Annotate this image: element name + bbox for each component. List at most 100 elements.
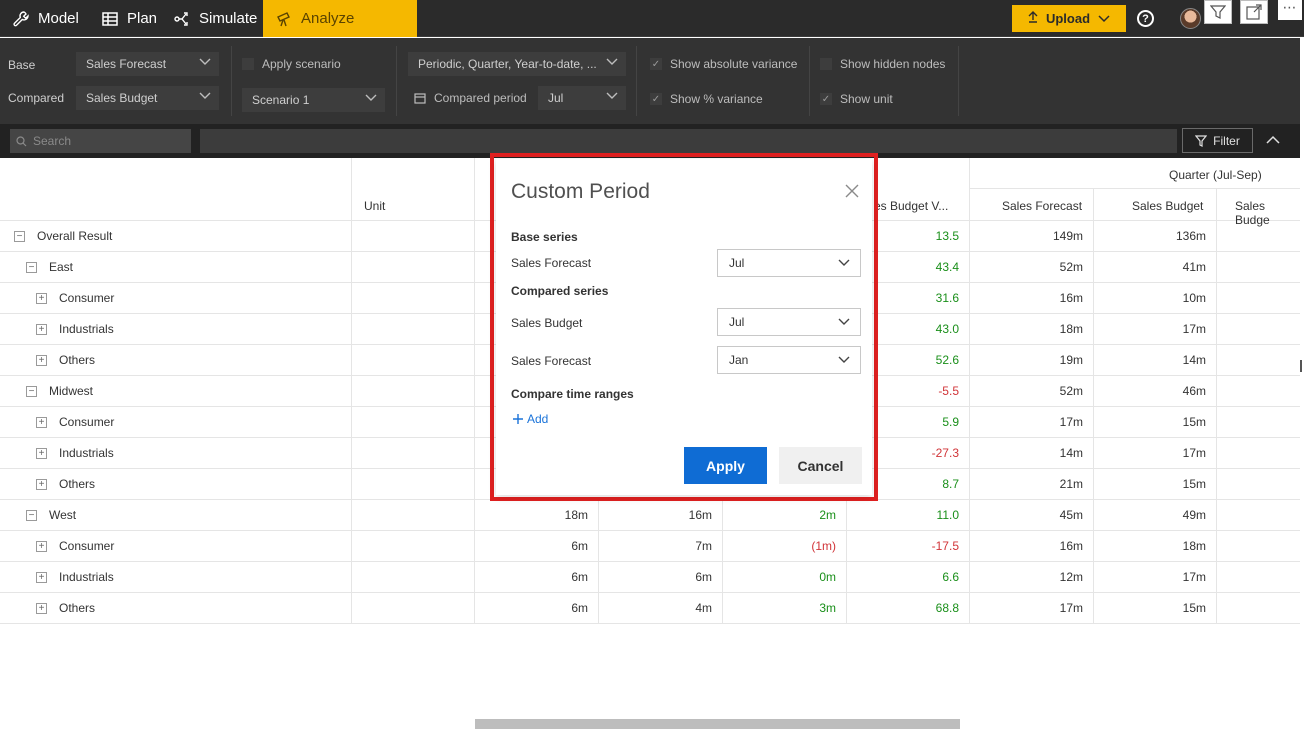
compared-period-control[interactable]: Compared period bbox=[414, 91, 527, 105]
expand-icon[interactable]: + bbox=[36, 478, 47, 490]
table-cell[interactable]: 41m bbox=[1096, 260, 1206, 274]
compared-select[interactable]: Sales Budget bbox=[76, 86, 219, 110]
tab-plan[interactable]: Plan bbox=[91, 0, 167, 37]
table-cell[interactable]: 6m bbox=[478, 570, 588, 584]
table-cell[interactable]: 6.6 bbox=[849, 570, 959, 584]
chevron-up-icon[interactable] bbox=[1263, 132, 1283, 148]
apply-scenario-checkbox[interactable]: Apply scenario bbox=[242, 57, 341, 71]
collapse-icon[interactable]: − bbox=[26, 261, 37, 273]
base-series-label: Sales Forecast bbox=[511, 256, 592, 270]
table-cell[interactable]: 3m bbox=[726, 601, 836, 615]
table-cell[interactable]: 16m bbox=[973, 291, 1083, 305]
expand-icon[interactable]: + bbox=[36, 602, 47, 614]
table-cell[interactable]: -17.5 bbox=[849, 539, 959, 553]
expand-icon[interactable]: + bbox=[36, 323, 47, 335]
table-cell[interactable]: 17m bbox=[973, 601, 1083, 615]
table-cell[interactable]: 15m bbox=[1096, 601, 1206, 615]
table-cell[interactable]: 149m bbox=[973, 229, 1083, 243]
base-series-period-select[interactable]: Jul bbox=[717, 249, 861, 277]
collapse-icon[interactable]: − bbox=[26, 509, 37, 521]
table-cell[interactable]: 7m bbox=[602, 539, 712, 553]
focus-mode-icon[interactable] bbox=[1240, 0, 1268, 24]
tab-analyze[interactable]: Analyze bbox=[263, 0, 417, 37]
show-unit-checkbox[interactable]: ✓ Show unit bbox=[820, 92, 893, 106]
table-cell[interactable]: 17m bbox=[1096, 570, 1206, 584]
expand-icon[interactable]: + bbox=[36, 292, 47, 304]
table-cell[interactable]: 21m bbox=[973, 477, 1083, 491]
avatar[interactable] bbox=[1180, 8, 1201, 29]
collapse-icon[interactable]: − bbox=[14, 230, 25, 242]
expand-icon[interactable]: + bbox=[36, 354, 47, 366]
row-label: + Others bbox=[36, 353, 95, 367]
formula-bar[interactable] bbox=[200, 129, 1177, 153]
compared-series-1-period-select[interactable]: Jul bbox=[717, 308, 861, 336]
row-label: − Overall Result bbox=[14, 229, 112, 243]
table-cell[interactable]: 52m bbox=[973, 260, 1083, 274]
table-cell[interactable]: 17m bbox=[1096, 446, 1206, 460]
table-cell[interactable]: 0m bbox=[726, 570, 836, 584]
table-cell[interactable]: 4m bbox=[602, 601, 712, 615]
table-cell[interactable]: 49m bbox=[1096, 508, 1206, 522]
table-cell[interactable]: 12m bbox=[973, 570, 1083, 584]
base-select[interactable]: Sales Forecast bbox=[76, 52, 219, 76]
table-cell[interactable]: 45m bbox=[973, 508, 1083, 522]
expand-icon[interactable]: + bbox=[36, 571, 47, 583]
chevron-down-icon bbox=[838, 318, 850, 325]
table-cell[interactable]: 6m bbox=[478, 539, 588, 553]
expand-icon[interactable]: + bbox=[36, 416, 47, 428]
tab-simulate[interactable]: Simulate bbox=[163, 0, 267, 37]
table-cell[interactable]: 18m bbox=[1096, 539, 1206, 553]
compared-period-select[interactable]: Jul bbox=[538, 86, 626, 110]
col-header-sales-budget-truncated[interactable]: Sales Budge bbox=[1235, 199, 1300, 227]
close-icon[interactable] bbox=[844, 183, 860, 199]
search-input[interactable]: Search bbox=[10, 129, 191, 153]
show-hidden-nodes-checkbox[interactable]: Show hidden nodes bbox=[820, 57, 945, 71]
col-header-budget-variance[interactable]: es Budget V... bbox=[874, 199, 948, 213]
tab-model[interactable]: Model bbox=[2, 0, 89, 37]
show-absolute-variance-checkbox[interactable]: ✓ Show absolute variance bbox=[650, 57, 797, 71]
table-cell[interactable]: 14m bbox=[1096, 353, 1206, 367]
table-cell[interactable]: 6m bbox=[602, 570, 712, 584]
compared-series-heading: Compared series bbox=[511, 284, 609, 298]
cancel-button[interactable]: Cancel bbox=[779, 447, 862, 484]
help-icon[interactable]: ? bbox=[1137, 10, 1154, 27]
filter-button[interactable]: Filter bbox=[1182, 128, 1253, 153]
table-cell[interactable]: 19m bbox=[973, 353, 1083, 367]
table-cell[interactable]: 17m bbox=[1096, 322, 1206, 336]
table-cell[interactable]: 136m bbox=[1096, 229, 1206, 243]
expand-icon[interactable]: + bbox=[36, 540, 47, 552]
table-cell[interactable]: 2m bbox=[726, 508, 836, 522]
table-cell[interactable]: 46m bbox=[1096, 384, 1206, 398]
telescope-icon bbox=[275, 10, 293, 28]
table-cell[interactable]: 17m bbox=[973, 415, 1083, 429]
table-cell[interactable]: 16m bbox=[602, 508, 712, 522]
table-cell[interactable]: 52m bbox=[973, 384, 1083, 398]
table-cell[interactable]: 10m bbox=[1096, 291, 1206, 305]
upload-button[interactable]: Upload bbox=[1012, 5, 1126, 32]
apply-button[interactable]: Apply bbox=[684, 447, 767, 484]
period-select[interactable]: Periodic, Quarter, Year-to-date, ... bbox=[408, 52, 626, 76]
vertical-scrollbar[interactable] bbox=[1300, 360, 1302, 372]
collapse-icon[interactable]: − bbox=[26, 385, 37, 397]
col-header-sales-budget[interactable]: Sales Budget bbox=[1132, 199, 1203, 213]
compared-series-2-period-select[interactable]: Jan bbox=[717, 346, 861, 374]
table-cell[interactable]: 18m bbox=[973, 322, 1083, 336]
show-pct-variance-checkbox[interactable]: ✓ Show % variance bbox=[650, 92, 763, 106]
col-header-unit[interactable]: Unit bbox=[364, 199, 385, 213]
table-cell[interactable]: 15m bbox=[1096, 477, 1206, 491]
col-header-sales-forecast[interactable]: Sales Forecast bbox=[1002, 199, 1082, 213]
table-cell[interactable]: 11.0 bbox=[849, 508, 959, 522]
add-time-range-button[interactable]: Add bbox=[513, 412, 548, 426]
table-cell[interactable]: 68.8 bbox=[849, 601, 959, 615]
more-options-icon[interactable]: ⋯ bbox=[1278, 0, 1302, 20]
horizontal-scrollbar[interactable] bbox=[475, 719, 960, 729]
scenario-select[interactable]: Scenario 1 bbox=[242, 88, 385, 112]
table-cell[interactable]: 6m bbox=[478, 601, 588, 615]
filter-pane-icon[interactable] bbox=[1204, 0, 1232, 24]
table-cell[interactable]: 16m bbox=[973, 539, 1083, 553]
expand-icon[interactable]: + bbox=[36, 447, 47, 459]
table-cell[interactable]: 14m bbox=[973, 446, 1083, 460]
table-cell[interactable]: 18m bbox=[478, 508, 588, 522]
table-cell[interactable]: (1m) bbox=[726, 539, 836, 553]
table-cell[interactable]: 15m bbox=[1096, 415, 1206, 429]
